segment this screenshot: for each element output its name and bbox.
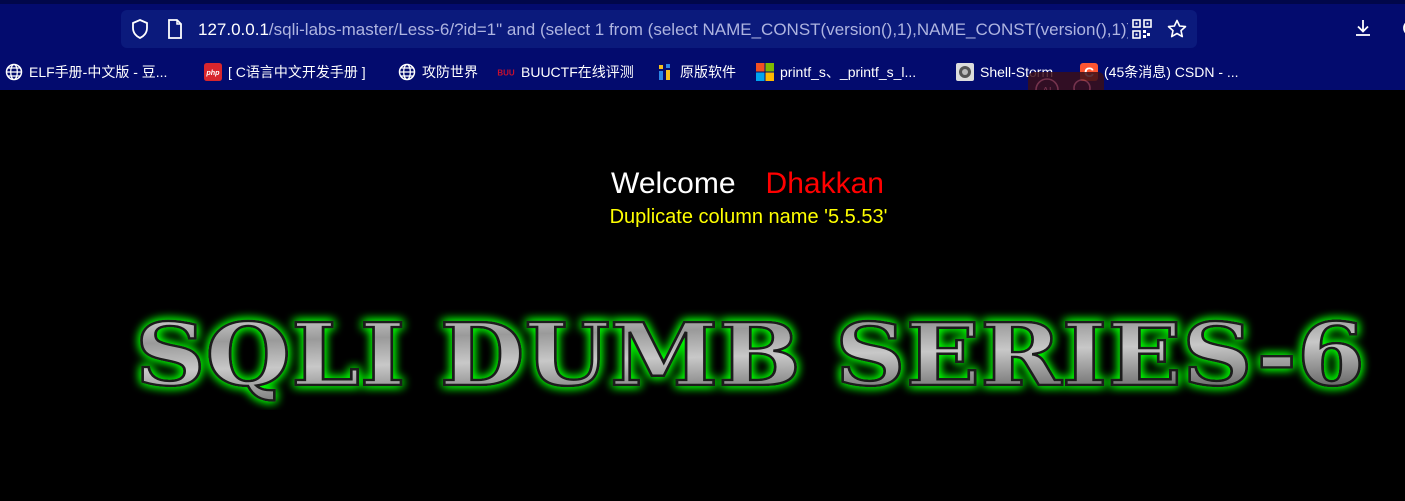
welcome-line: Welcome Dhakkan: [0, 166, 1405, 202]
bookmark-elf-manual[interactable]: ELF手册-中文版 - 豆...: [5, 61, 167, 83]
buuctf-icon: BUU: [497, 63, 515, 81]
shell-storm-icon: [956, 63, 974, 81]
bookmark-original-software[interactable]: 原版软件: [656, 61, 736, 83]
browser-chrome: 127.0.0.1/sqli-labs-master/Less-6/?id=1"…: [0, 0, 1405, 90]
bookmark-adworld[interactable]: 攻防世界: [398, 61, 478, 83]
welcome-text: Welcome: [611, 167, 736, 200]
bookmark-label: [ C语言中文开发手册 ]: [228, 64, 366, 80]
svg-text:php: php: [205, 68, 220, 77]
user-name: Dhakkan: [765, 167, 884, 200]
url-host: 127.0.0.1: [198, 20, 269, 39]
sqli-banner: SQLI DUMB SERIES-6: [134, 304, 1367, 408]
page-content: Welcome Dhakkan Duplicate column name '5.…: [0, 90, 1405, 501]
download-icon[interactable]: [1351, 16, 1375, 40]
software-icon: [656, 63, 674, 81]
url-text[interactable]: 127.0.0.1/sqli-labs-master/Less-6/?id=1"…: [198, 19, 1128, 41]
bookmark-label: printf_s、_printf_s_l...: [780, 64, 917, 80]
page-info-icon[interactable]: [165, 19, 185, 39]
bookmark-label: ELF手册-中文版 - 豆...: [29, 64, 168, 80]
globe-icon: [5, 63, 23, 81]
windows-icon: [756, 63, 774, 81]
bookmarks-bar: ELF手册-中文版 - 豆... php [ C语言中文开发手册 ] 攻防世界: [0, 56, 1405, 88]
globe-icon: [398, 63, 416, 81]
bookmark-label: (45条消息) CSDN - ...: [1104, 64, 1239, 80]
qr-code-icon[interactable]: [1132, 19, 1152, 39]
star-bookmark-icon[interactable]: [1167, 19, 1187, 39]
extensions-icon[interactable]: [1393, 16, 1405, 40]
address-bar[interactable]: 127.0.0.1/sqli-labs-master/Less-6/?id=1"…: [121, 10, 1197, 48]
bookmark-label: 原版软件: [680, 64, 736, 80]
url-path: /sqli-labs-master/Less-6/?id=1" and (sel…: [268, 20, 1128, 39]
bookmark-c-manual[interactable]: php [ C语言中文开发手册 ]: [204, 61, 366, 83]
banner-text: SQLI DUMB SERIES-6: [135, 305, 1365, 406]
shield-icon[interactable]: [130, 19, 150, 39]
window-top-strip: [0, 0, 1405, 4]
sql-error-message: Duplicate column name '5.5.53': [609, 206, 888, 228]
php-icon: php: [204, 63, 222, 81]
bookmark-printf-docs[interactable]: printf_s、_printf_s_l...: [756, 61, 916, 83]
bookmark-label: 攻防世界: [422, 64, 478, 80]
bookmark-buuctf[interactable]: BUU BUUCTF在线评测: [497, 61, 634, 83]
bookmark-label: BUUCTF在线评测: [521, 64, 634, 80]
svg-text:BUU: BUU: [497, 69, 515, 78]
